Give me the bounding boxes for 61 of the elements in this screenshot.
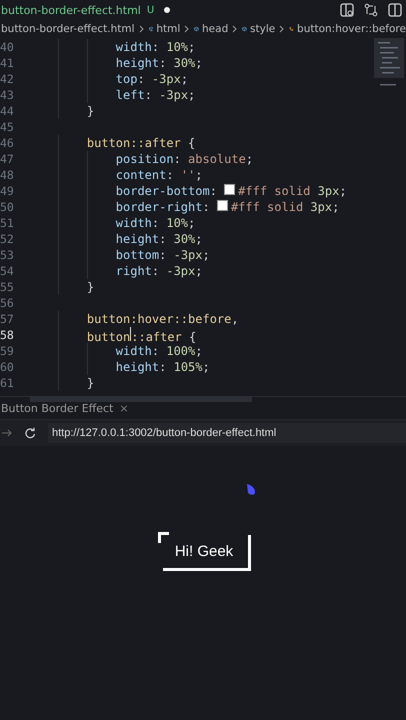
code-line: content: '';: [116, 168, 202, 182]
code-line: }: [86, 280, 94, 294]
line-number: 47: [0, 152, 15, 166]
code-line: width: 100%;: [116, 344, 202, 358]
code-line: height: 30%;: [116, 232, 203, 246]
line-number: 50: [0, 200, 15, 214]
chevron-icon: [138, 25, 145, 33]
breadcrumb-item[interactable]: head: [202, 23, 228, 35]
forward-arrow-icon[interactable]: [2, 428, 12, 438]
chevron-icon: [184, 25, 190, 33]
line-number: 56: [0, 296, 15, 310]
breadcrumb-item[interactable]: button-border-effect.html: [1, 23, 135, 35]
url-field[interactable]: http://127.0.0.1:3002/button-border-effect.html: [48, 423, 406, 443]
reload-icon[interactable]: [24, 427, 36, 439]
code-line: border-right: #fff solid 3px;: [116, 200, 340, 214]
line-number: 58: [0, 328, 15, 342]
line-number: 45: [0, 120, 15, 134]
breadcrumb-item[interactable]: html: [156, 23, 180, 35]
code-line: right: -3px;: [116, 264, 202, 278]
line-number: 48: [0, 168, 15, 182]
line-number: 57: [0, 312, 15, 326]
line-number: 41: [0, 56, 15, 70]
code-line: height: 30%;: [116, 56, 203, 70]
line-number: 40: [0, 40, 15, 54]
code-line: position: absolute;: [116, 152, 254, 166]
code-line: left: -3px;: [116, 88, 196, 102]
code-line: button::after {: [86, 136, 196, 150]
code-line: border-bottom: #fff solid 3px;: [116, 184, 347, 198]
code-line: }: [86, 376, 94, 390]
hi-geek-button[interactable]: Hi! Geek: [160, 534, 248, 568]
editor-tab[interactable]: button-border-effect.html U: [0, 4, 176, 16]
line-number: 42: [0, 72, 15, 86]
compare-changes-icon[interactable]: [364, 3, 378, 17]
chevron-icon: [279, 25, 286, 33]
line-number: 52: [0, 232, 15, 246]
code-line: button::after {: [86, 326, 196, 344]
preview-tab[interactable]: Button Border Effect ×: [0, 402, 129, 414]
line-number: 54: [0, 264, 15, 278]
line-number: 53: [0, 248, 15, 262]
code-line: button:hover::before,: [86, 312, 239, 326]
code-line: bottom: -3px;: [116, 248, 210, 262]
line-number: 60: [0, 360, 15, 374]
split-editor-icon[interactable]: [388, 3, 402, 17]
line-number: 43: [0, 88, 15, 102]
code-line: width: 10%;: [116, 216, 196, 230]
chevron-icon: [232, 25, 238, 33]
line-number: 59: [0, 344, 15, 358]
line-number: 61: [0, 376, 15, 390]
line-number: 51: [0, 216, 15, 230]
code-line: top: -3px;: [116, 72, 188, 86]
code-line: width: 10%;: [116, 40, 196, 54]
code-line: }: [86, 104, 94, 118]
pointer-cursor-icon: [246, 483, 256, 495]
breadcrumb-item[interactable]: button:hover::before: [297, 23, 406, 35]
line-number: 46: [0, 136, 15, 150]
line-number: 49: [0, 184, 15, 198]
code-line: height: 105%;: [116, 360, 210, 374]
split-preview-icon[interactable]: [340, 3, 354, 17]
breadcrumb-item[interactable]: style: [250, 23, 276, 35]
line-number: 44: [0, 104, 15, 118]
line-number: 55: [0, 280, 15, 294]
